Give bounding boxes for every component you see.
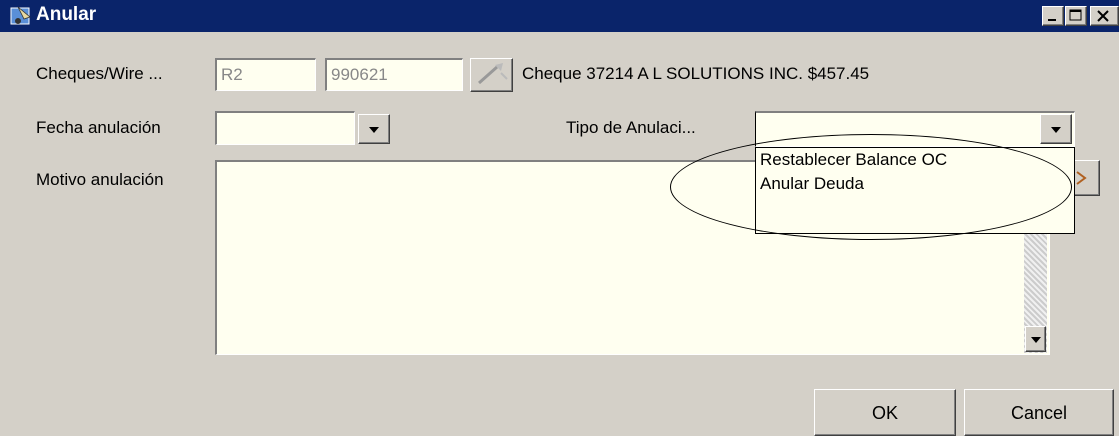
option-anular-deuda[interactable]: Anular Deuda (756, 172, 1074, 196)
window-title: Anular (36, 4, 97, 25)
tipo-dropdown-list[interactable]: Restablecer Balance OC Anular Deuda (755, 147, 1075, 234)
ok-button[interactable]: OK (814, 389, 956, 436)
cheque-number-field[interactable]: 990621 (325, 58, 463, 91)
cheques-label: Cheques/Wire ... (36, 64, 163, 83)
maximize-button[interactable] (1065, 6, 1087, 26)
app-icon (10, 6, 31, 25)
cancel-button[interactable]: Cancel (964, 389, 1114, 436)
close-button[interactable] (1090, 6, 1119, 26)
maximize-icon (1069, 9, 1082, 21)
close-icon (1097, 10, 1109, 22)
option-restablecer-balance[interactable]: Restablecer Balance OC (756, 148, 1074, 172)
minimize-button[interactable] (1042, 6, 1064, 26)
wand-lookup-icon (477, 63, 508, 85)
tipo-label: Tipo de Anulaci... (566, 118, 696, 137)
tipo-dropdown-button[interactable] (1040, 114, 1072, 144)
anular-dialog: Anular Cheques/Wire ... R2 990621 Cheque… (0, 0, 1119, 436)
scroll-down-button[interactable] (1025, 326, 1046, 352)
title-bar[interactable]: Anular (0, 0, 1119, 32)
lookup-button[interactable] (470, 58, 513, 92)
cheque-info: Cheque 37214 A L SOLUTIONS INC. $457.45 (522, 64, 870, 83)
fecha-label: Fecha anulación (36, 118, 161, 137)
cheque-prefix-field[interactable]: R2 (215, 58, 316, 91)
tipo-select[interactable] (755, 111, 1075, 147)
fecha-input[interactable] (215, 111, 355, 145)
motivo-label: Motivo anulación (36, 170, 164, 189)
minimize-icon (1048, 19, 1056, 21)
fecha-dropdown-button[interactable] (358, 114, 390, 144)
